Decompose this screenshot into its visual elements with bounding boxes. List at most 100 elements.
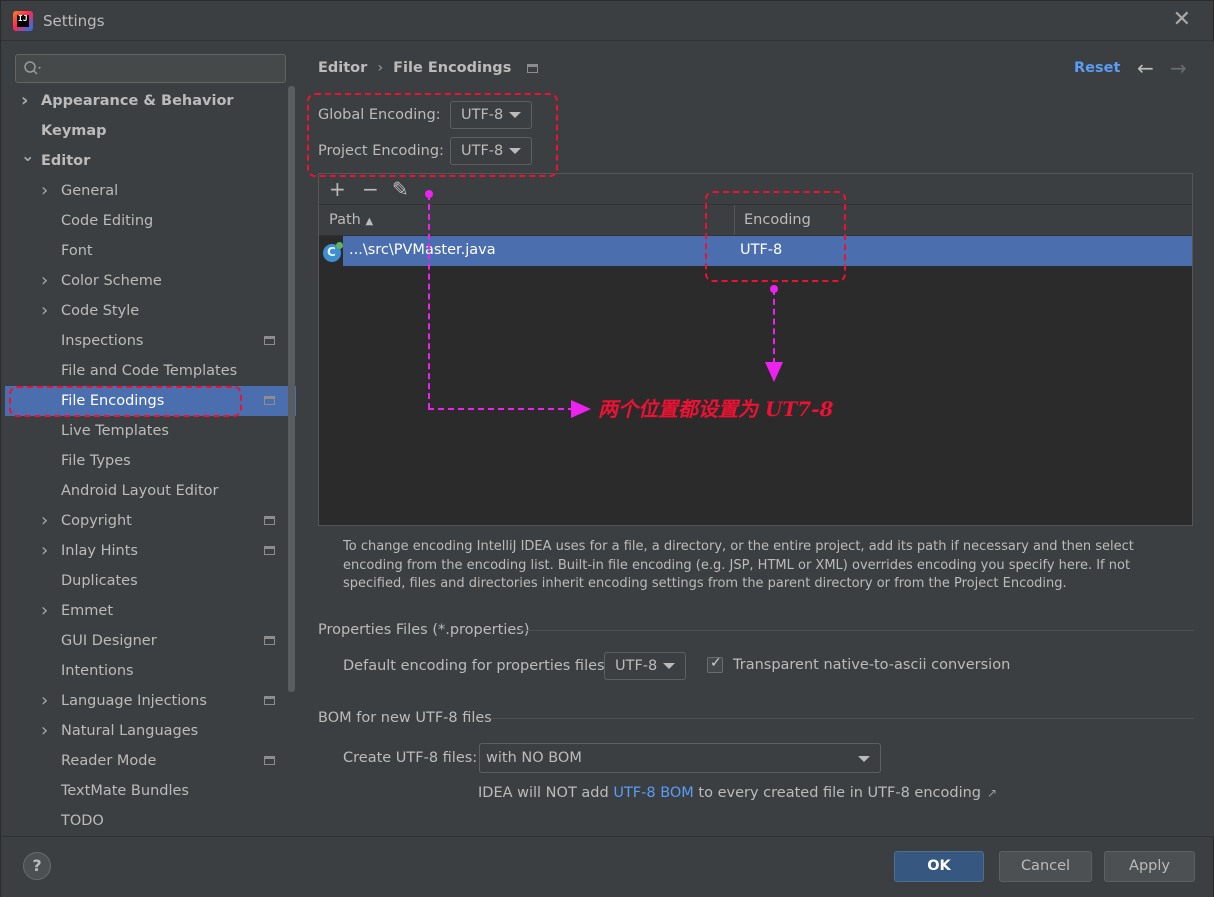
sidebar-item-android-layout-editor[interactable]: Android Layout Editor xyxy=(5,476,296,506)
sidebar-item-textmate-bundles[interactable]: TextMate Bundles xyxy=(5,776,296,806)
sidebar-item-todo[interactable]: TODO xyxy=(5,806,296,836)
apply-button[interactable]: Apply xyxy=(1104,851,1195,882)
sidebar-item-language-injections[interactable]: › Language Injections xyxy=(5,686,296,716)
sidebar-item-label: Copyright xyxy=(61,513,132,529)
sidebar-item-inspections[interactable]: Inspections xyxy=(5,326,296,356)
bom-note-prefix: IDEA will NOT add xyxy=(478,785,614,801)
sidebar-item-live-templates[interactable]: Live Templates xyxy=(5,416,296,446)
back-arrow-icon[interactable]: ← xyxy=(1137,56,1154,80)
encoding-description: To change encoding IntelliJ IDEA uses fo… xyxy=(343,539,1134,591)
sidebar-item-duplicates[interactable]: Duplicates xyxy=(5,566,296,596)
search-icon xyxy=(24,61,41,75)
sidebar-item-label: Duplicates xyxy=(61,573,138,589)
project-scope-icon xyxy=(527,63,539,73)
sidebar-item-font[interactable]: Font xyxy=(5,236,296,266)
dialog-footer: ? OK Cancel Apply xyxy=(1,836,1213,897)
section-divider xyxy=(490,718,1194,719)
sidebar-item-emmet[interactable]: › Emmet xyxy=(5,596,296,626)
chevron-down-icon[interactable]: ⌄ xyxy=(21,141,34,171)
chevron-right-icon[interactable]: › xyxy=(21,86,28,116)
sidebar-item-general[interactable]: › General xyxy=(5,176,296,206)
chevron-right-icon[interactable]: › xyxy=(41,596,48,626)
annotation-box-encodings xyxy=(307,93,558,177)
chevron-right-icon[interactable]: › xyxy=(41,176,48,206)
cancel-button[interactable]: Cancel xyxy=(999,851,1092,882)
remove-icon[interactable]: − xyxy=(362,178,379,200)
sidebar-item-label: General xyxy=(61,183,119,199)
sidebar-item-label: Font xyxy=(61,243,93,259)
sidebar-item-label: Appearance & Behavior xyxy=(41,93,234,109)
sidebar-item-label: Code Style xyxy=(61,303,140,319)
sidebar-item-label: Inlay Hints xyxy=(61,543,138,559)
sidebar-item-gui-designer[interactable]: GUI Designer xyxy=(5,626,296,656)
annotation-line xyxy=(428,408,574,410)
reset-link[interactable]: Reset xyxy=(1074,60,1120,76)
utf8-bom-link[interactable]: UTF-8 BOM xyxy=(613,785,694,801)
bom-select[interactable]: with NO BOM xyxy=(479,743,881,773)
create-utf8-label: Create UTF-8 files: xyxy=(343,750,478,766)
sidebar-item-file-and-code-templates[interactable]: File and Code Templates xyxy=(5,356,296,386)
sidebar-item-label: Natural Languages xyxy=(61,723,199,739)
breadcrumb: Editor › File Encodings xyxy=(318,60,539,76)
transparent-ascii-checkbox[interactable] xyxy=(707,655,723,673)
project-scope-icon xyxy=(264,516,275,525)
sidebar-item-code-editing[interactable]: Code Editing xyxy=(5,206,296,236)
sidebar-item-inlay-hints[interactable]: › Inlay Hints xyxy=(5,536,296,566)
annotation-box-encoding-column xyxy=(705,191,846,282)
sidebar-item-natural-languages[interactable]: › Natural Languages xyxy=(5,716,296,746)
sidebar-item-label: Live Templates xyxy=(61,423,169,439)
sidebar-item-copyright[interactable]: › Copyright xyxy=(5,506,296,536)
breadcrumb-parent[interactable]: Editor xyxy=(318,60,367,76)
sidebar-scrollbar[interactable] xyxy=(288,86,295,692)
chevron-right-icon[interactable]: › xyxy=(41,716,48,746)
sidebar-item-code-style[interactable]: › Code Style xyxy=(5,296,296,326)
help-button[interactable]: ? xyxy=(23,852,51,880)
sidebar-item-reader-mode[interactable]: Reader Mode xyxy=(5,746,296,776)
section-divider xyxy=(518,630,1194,631)
search-input[interactable] xyxy=(15,54,286,83)
sidebar-item-label: TextMate Bundles xyxy=(61,783,189,799)
properties-section-title: Properties Files (*.properties) xyxy=(318,622,530,638)
settings-tree: › Appearance & Behavior Keymap ⌄ Editor › Gene… xyxy=(5,86,296,836)
sidebar-item-label: GUI Designer xyxy=(61,633,157,649)
row-path: ...\src\PVMaster.java xyxy=(349,242,496,258)
external-link-icon: ↗ xyxy=(987,786,998,800)
sidebar-item-file-types[interactable]: File Types xyxy=(5,446,296,476)
ok-button[interactable]: OK xyxy=(894,851,984,882)
sidebar-item-label: Inspections xyxy=(61,333,144,349)
chevron-down-icon xyxy=(663,663,675,669)
sidebar-item-label: Emmet xyxy=(61,603,114,619)
chevron-right-icon[interactable]: › xyxy=(41,536,48,566)
settings-sidebar: › Appearance & Behavior Keymap ⌄ Editor › Gene… xyxy=(5,42,296,836)
sidebar-item-label: Reader Mode xyxy=(61,753,157,769)
sidebar-item-label: Color Scheme xyxy=(61,273,162,289)
chevron-right-icon[interactable]: › xyxy=(41,686,48,716)
chevron-down-icon xyxy=(858,756,870,762)
sidebar-item-keymap[interactable]: Keymap xyxy=(5,116,296,146)
close-icon[interactable]: ✕ xyxy=(1173,9,1191,31)
chevron-right-icon[interactable]: › xyxy=(41,506,48,536)
logo-text: IJ xyxy=(18,14,28,23)
edit-pencil-icon[interactable]: ✎ xyxy=(392,178,409,200)
sidebar-item-color-scheme[interactable]: › Color Scheme xyxy=(5,266,296,296)
add-icon[interactable]: + xyxy=(329,178,346,200)
bom-note: IDEA will NOT add UTF-8 BOM to every cre… xyxy=(478,785,997,801)
sidebar-item-label: Editor xyxy=(41,153,91,169)
intellij-logo-icon: IJ xyxy=(13,11,33,31)
forward-arrow-icon: → xyxy=(1170,56,1187,80)
java-class-icon xyxy=(323,242,343,262)
breadcrumb-separator: › xyxy=(377,60,384,76)
sidebar-item-appearance-behavior[interactable]: › Appearance & Behavior xyxy=(5,86,296,116)
bom-section-title: BOM for new UTF-8 files xyxy=(318,710,492,726)
column-header-path[interactable]: Path ▲ xyxy=(329,212,373,228)
sidebar-item-intentions[interactable]: Intentions xyxy=(5,656,296,686)
chevron-right-icon[interactable]: › xyxy=(41,296,48,326)
title-bar: IJ Settings ✕ xyxy=(1,1,1213,41)
sidebar-item-editor[interactable]: ⌄ Editor xyxy=(5,146,296,176)
window-title: Settings xyxy=(43,12,105,30)
properties-default-label: Default encoding for properties files: xyxy=(343,658,610,674)
properties-encoding-select[interactable]: UTF-8 xyxy=(604,652,686,680)
sort-ascending-icon: ▲ xyxy=(365,216,374,227)
sidebar-item-label: Android Layout Editor xyxy=(61,483,219,499)
chevron-right-icon[interactable]: › xyxy=(41,266,48,296)
